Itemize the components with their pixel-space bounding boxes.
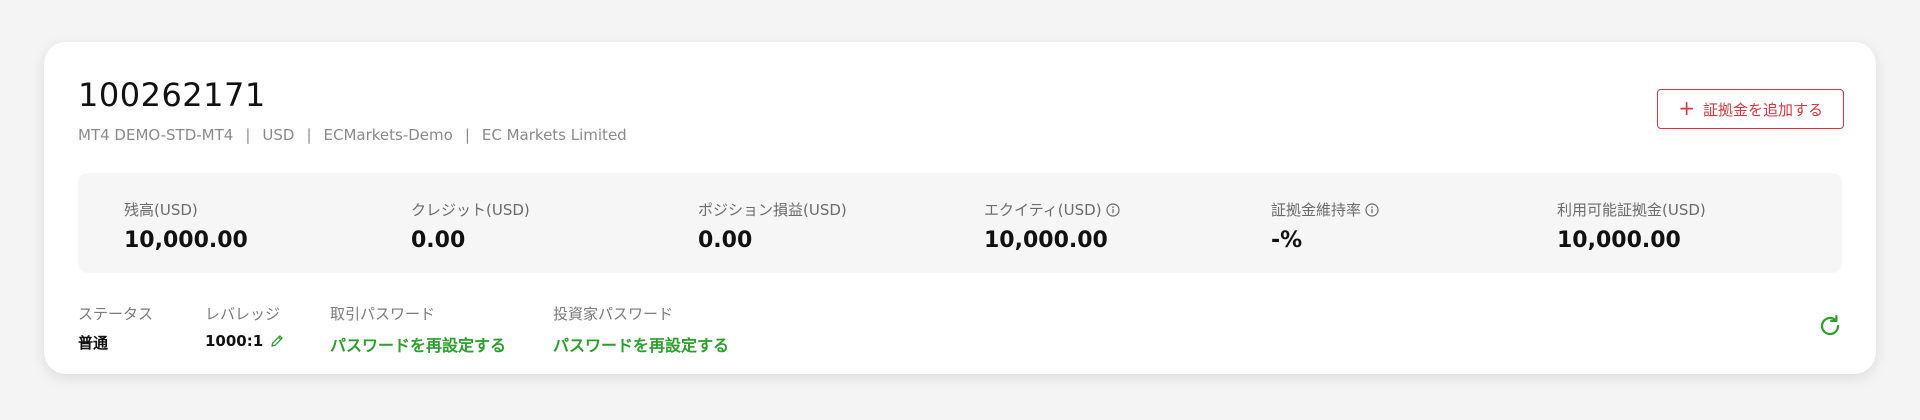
leverage-value: 1000:1	[205, 332, 264, 350]
stat-value: 0.00	[411, 228, 466, 253]
detail-leverage: レバレッジ 1000:1	[205, 303, 285, 350]
account-number: 100262171	[78, 76, 266, 114]
pencil-icon[interactable]	[269, 333, 285, 349]
stat-label: 利用可能証拠金(USD)	[1557, 199, 1706, 220]
status-value: 普通	[78, 334, 109, 352]
add-margin-button[interactable]: + 証拠金を追加する	[1657, 89, 1844, 129]
account-server: ECMarkets-Demo	[323, 126, 453, 144]
stat-value: -%	[1271, 228, 1303, 253]
stat-label-text: 利用可能証拠金(USD)	[1557, 201, 1706, 219]
stat-label: クレジット(USD)	[411, 199, 530, 220]
stat-balance: 残高(USD) 10,000.00	[124, 199, 248, 253]
account-subinfo: MT4 DEMO-STD-MT4 | USD | ECMarkets-Demo …	[78, 126, 627, 144]
stat-label-text: ポジション損益(USD)	[698, 201, 847, 219]
detail-trade-password: 取引パスワード パスワードを再設定する	[330, 303, 506, 356]
refresh-icon[interactable]	[1816, 312, 1844, 340]
account-platform: MT4 DEMO-STD-MT4	[78, 126, 234, 144]
stat-free-margin: 利用可能証拠金(USD) 10,000.00	[1557, 199, 1706, 253]
leverage-value-row: 1000:1	[205, 332, 285, 350]
account-company: EC Markets Limited	[481, 126, 627, 144]
stat-value: 10,000.00	[984, 228, 1108, 253]
stat-label: ポジション損益(USD)	[698, 199, 847, 220]
stat-label-text: エクイティ(USD)	[984, 201, 1102, 219]
stat-position-pl: ポジション損益(USD) 0.00	[698, 199, 847, 253]
info-icon[interactable]	[1365, 202, 1379, 217]
stat-value: 10,000.00	[1557, 228, 1681, 253]
separator: |	[306, 126, 312, 144]
trade-password-reset-link[interactable]: パスワードを再設定する	[330, 332, 506, 356]
plus-icon: +	[1678, 96, 1695, 120]
stat-value: 0.00	[698, 228, 753, 253]
stat-margin-level: 証拠金維持率 -%	[1271, 199, 1379, 253]
stats-panel: 残高(USD) 10,000.00 クレジット(USD) 0.00 ポジション損…	[78, 173, 1842, 273]
stat-label: 残高(USD)	[124, 199, 248, 220]
investor-password-reset-link[interactable]: パスワードを再設定する	[553, 332, 729, 356]
stat-label: エクイティ(USD)	[984, 199, 1120, 220]
stat-label-text: 証拠金維持率	[1271, 201, 1362, 219]
stat-equity: エクイティ(USD) 10,000.00	[984, 199, 1120, 253]
separator: |	[464, 126, 470, 144]
stat-label-text: クレジット(USD)	[411, 201, 530, 219]
detail-investor-password: 投資家パスワード パスワードを再設定する	[553, 303, 729, 356]
stat-value: 10,000.00	[124, 228, 248, 253]
stat-label-text: 残高(USD)	[124, 201, 198, 219]
leverage-label: レバレッジ	[205, 305, 281, 323]
add-margin-label: 証拠金を追加する	[1702, 100, 1823, 119]
separator: |	[245, 126, 251, 144]
detail-status: ステータス 普通	[78, 303, 153, 353]
stat-label: 証拠金維持率	[1271, 199, 1379, 220]
account-currency: USD	[262, 126, 295, 144]
status-label: ステータス	[78, 305, 154, 323]
account-card: 100262171 MT4 DEMO-STD-MT4 | USD | ECMar…	[44, 42, 1876, 374]
info-icon[interactable]	[1105, 202, 1120, 217]
trade-password-label: 取引パスワード	[330, 305, 436, 323]
stat-credit: クレジット(USD) 0.00	[411, 199, 530, 253]
investor-password-label: 投資家パスワード	[553, 305, 674, 323]
